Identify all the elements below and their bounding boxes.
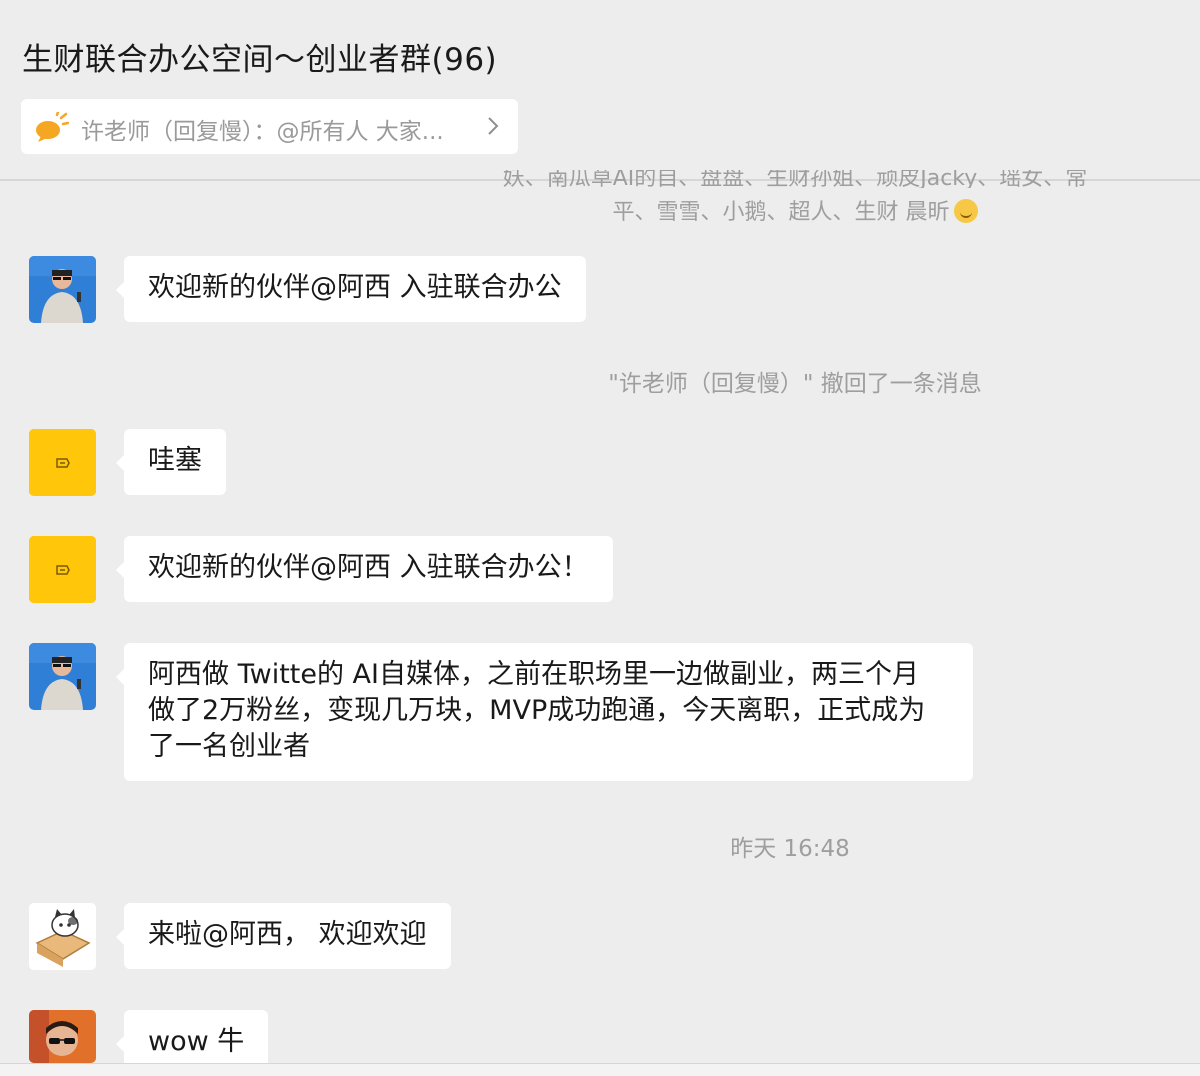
pinned-notice-bar[interactable]: 许老师（回复慢）：@所有人 大家... (21, 99, 518, 154)
message-text: wow 牛 (148, 1026, 245, 1057)
chat-title[interactable]: 生财联合办公空间～创业者群(96) (22, 34, 497, 79)
yellow-logo-avatar (29, 429, 96, 496)
message-bubble[interactable]: 欢迎新的伙伴@阿西 入驻联合办公 (116, 256, 586, 322)
message-text-line: 做了2万粉丝，变现几万块，MVP成功跑通，今天离职，正式成为 (148, 695, 926, 726)
avatar[interactable] (29, 1010, 96, 1063)
message-bubble[interactable]: 哇塞 (116, 429, 226, 495)
avatar[interactable] (29, 903, 96, 970)
message-text-line: 了一名创业者 (148, 731, 310, 762)
chat-header: 生财联合办公空间～创业者群(96) 许老师（回复慢）：@所有人 大家... (0, 0, 1200, 180)
announcement-icon (36, 112, 69, 142)
message-text: 欢迎新的伙伴@阿西 入驻联合办公！ (148, 552, 589, 583)
message-bubble[interactable]: 欢迎新的伙伴@阿西 入驻联合办公！ (116, 536, 613, 602)
message-text: 来啦@阿西， 欢迎欢迎 (148, 919, 427, 950)
smile-emoji-icon (953, 199, 978, 223)
man-photo-avatar (29, 643, 96, 710)
system-join-notice: 平、雪雪、小鹅、超人、生财 晨昕 (470, 194, 1120, 226)
avatar[interactable] (29, 536, 96, 603)
message-text: 哇塞 (148, 445, 202, 476)
chevron-right-icon (488, 117, 499, 135)
man-photo-avatar (29, 256, 96, 323)
cat-box-avatar (29, 903, 96, 970)
message-bubble[interactable]: 阿西做 Twitte的 AI自媒体，之前在职场里一边做副业，两三个月 做了2万粉… (116, 643, 973, 781)
recall-notice: "许老师（回复慢）" 撤回了一条消息 (608, 371, 982, 397)
sunglasses-avatar (29, 1010, 96, 1063)
message-bubble[interactable]: 来啦@阿西， 欢迎欢迎 (116, 903, 451, 969)
avatar[interactable] (29, 429, 96, 496)
message-text: 欢迎新的伙伴@阿西 入驻联合办公 (148, 272, 562, 303)
message-text-line: 阿西做 Twitte的 AI自媒体，之前在职场里一边做副业，两三个月 (148, 659, 919, 690)
avatar[interactable] (29, 643, 96, 710)
input-area-edge (0, 1063, 1200, 1076)
yellow-logo-avatar (29, 536, 96, 603)
system-notice-clipped: 妖、南瓜草AI的自、盘盘、生财孙姐、顽皮Jacky、瑶女、常 (502, 170, 1088, 188)
timestamp: 昨天 16:48 (730, 836, 850, 862)
avatar[interactable] (29, 256, 96, 323)
pinned-notice-text: 许老师（回复慢）：@所有人 大家... (81, 119, 444, 145)
